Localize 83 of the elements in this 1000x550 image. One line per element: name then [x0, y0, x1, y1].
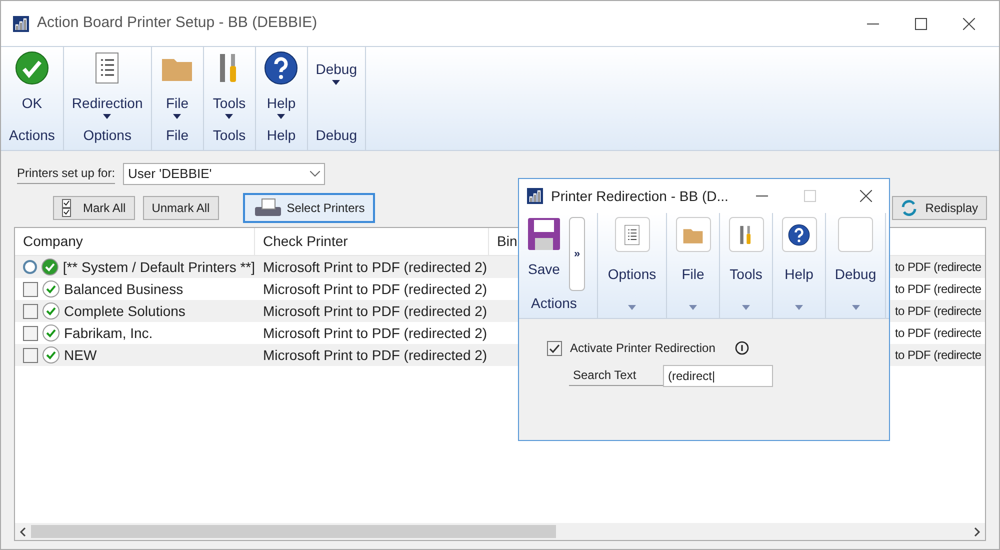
caret-icon — [628, 305, 636, 310]
group-label: Options — [83, 126, 132, 145]
close-icon[interactable] — [963, 18, 975, 30]
checkmark-icon — [14, 51, 49, 85]
check-printer-cell-text: Microsoft Print to PDF (redirected 2) — [262, 324, 488, 343]
check-circle-icon — [40, 258, 59, 276]
caret-icon — [742, 305, 750, 310]
checkbox[interactable] — [23, 282, 38, 296]
table-cell-text: to PDF (redirecte — [895, 325, 982, 342]
unmark-all-button[interactable]: Unmark All — [142, 196, 219, 220]
column-header[interactable]: Check Printer — [255, 228, 489, 255]
field-label: Printers set up for: — [17, 164, 116, 184]
ribbon-button[interactable]: Options — [598, 213, 667, 318]
caret-icon — [795, 305, 803, 310]
caret-icon — [852, 305, 860, 310]
company-cell-text: Fabrikam, Inc. — [64, 324, 153, 342]
check-printer-cell-text: Microsoft Print to PDF (redirected 2) — [262, 280, 488, 299]
ribbon-button[interactable]: Help — [773, 213, 826, 318]
ribbon-button[interactable]: Debug — [316, 47, 358, 125]
group-label: Actions — [530, 294, 578, 313]
check-printer-cell-text: Microsoft Print to PDF (redirected 2) — [262, 346, 488, 365]
check-printer-cell-text: Microsoft Print to PDF (redirected 2) — [262, 302, 488, 321]
dropdown[interactable]: User 'DEBBIE' — [123, 163, 326, 185]
search-text-field[interactable]: (redirect| — [663, 365, 773, 387]
select-printers-button[interactable]: Select Printers — [242, 193, 375, 223]
checkbox-icon — [62, 199, 71, 217]
ribbon-button[interactable]: Debug — [826, 213, 886, 318]
ribbon-button[interactable]: File — [160, 47, 194, 125]
checkbox[interactable] — [23, 326, 38, 340]
caret-icon — [225, 114, 234, 119]
group-label: Help — [266, 126, 296, 145]
column-header[interactable]: Company — [15, 228, 255, 255]
table-cell-text: to PDF (redirecte — [895, 303, 982, 320]
check-printer-cell-text: Microsoft Print to PDF (redirected 2) — [262, 258, 488, 277]
close-icon[interactable] — [860, 190, 872, 202]
ribbon-button[interactable]: Redirection — [72, 47, 143, 125]
checkbox[interactable] — [23, 304, 38, 318]
ribbon-button[interactable]: File — [667, 213, 720, 318]
group-label: Debug — [316, 126, 358, 145]
help-icon — [788, 224, 810, 246]
app-icon — [527, 188, 543, 204]
icon-frame — [838, 217, 873, 252]
table-cell-text: to PDF (redirecte — [895, 347, 982, 364]
company-cell-text: [** System / Default Printers **] — [62, 258, 255, 277]
caret-icon — [332, 80, 340, 85]
caret-icon — [173, 114, 182, 119]
chevron-icon — [310, 171, 320, 177]
group-label: File — [166, 126, 189, 145]
scroll-left-icon[interactable] — [19, 526, 27, 536]
app-icon — [13, 16, 29, 32]
checkbox[interactable] — [547, 340, 562, 356]
company-cell-text: NEW — [64, 346, 97, 364]
scroll-right-icon[interactable] — [973, 526, 981, 536]
caret-icon — [689, 305, 697, 310]
company-cell-text: Balanced Business — [64, 280, 184, 298]
group-label: Tools — [212, 126, 246, 145]
info-icon[interactable] — [735, 341, 750, 355]
checkbox-label: Activate Printer Redirection — [570, 340, 716, 357]
ribbon-button[interactable]: Help — [264, 47, 298, 125]
group-label: Actions — [9, 126, 55, 145]
ribbon-button[interactable]: Tools — [720, 213, 773, 318]
check-circle-icon — [42, 302, 60, 320]
refresh-icon — [901, 200, 918, 216]
checkbox[interactable] — [23, 348, 38, 362]
horizontal-scrollbar[interactable] — [15, 523, 985, 540]
redisplay-button[interactable]: Redisplay — [892, 196, 987, 220]
caret-icon — [277, 114, 286, 119]
window-title: Action Board Printer Setup - BB (DEBBIE) — [37, 13, 318, 34]
company-cell-text: Complete Solutions — [64, 302, 186, 321]
overflow-button[interactable]: » — [569, 217, 585, 291]
printer-icon — [252, 197, 283, 219]
save-button[interactable]: Save — [527, 217, 561, 291]
table-cell-text: to PDF (redirecte — [895, 281, 982, 298]
help-icon — [264, 51, 298, 85]
dialog-title: Printer Redirection - BB (D... — [551, 186, 728, 206]
caret-icon — [103, 114, 112, 119]
ribbon-button[interactable]: OK — [14, 47, 49, 125]
radio-button[interactable] — [23, 260, 37, 274]
ribbon-button[interactable]: Tools — [212, 47, 246, 125]
maximize-icon[interactable] — [915, 18, 927, 30]
table-cell-text: to PDF (redirecte — [895, 259, 982, 276]
mark-all-button[interactable]: Mark All — [53, 196, 135, 220]
check-circle-icon — [42, 346, 60, 364]
